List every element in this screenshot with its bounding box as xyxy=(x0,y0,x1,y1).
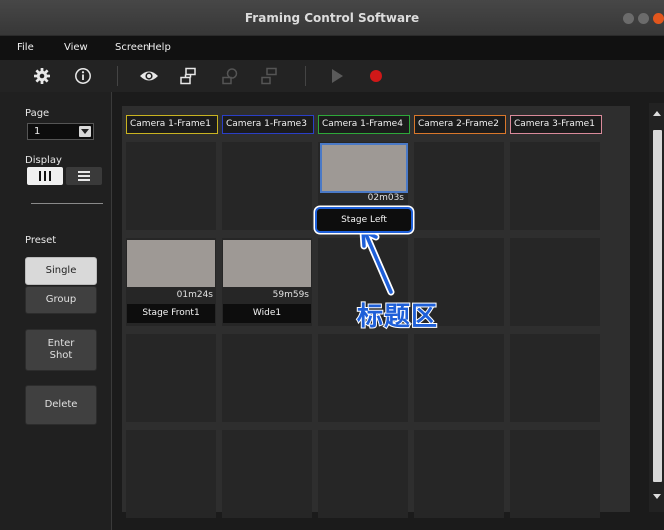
window-title-bar: Framing Control Software xyxy=(0,0,664,36)
chevron-down-icon xyxy=(79,126,91,137)
shot-cell[interactable] xyxy=(510,334,600,422)
shot-duration: 01m24s xyxy=(176,290,213,300)
group-button[interactable]: Group xyxy=(25,286,97,314)
layout-disabled-icon[interactable] xyxy=(219,66,241,86)
shot-cell[interactable] xyxy=(222,430,312,518)
shot-cell[interactable] xyxy=(414,430,504,518)
shot-thumbnail xyxy=(223,240,311,287)
scroll-up-icon[interactable] xyxy=(653,111,661,116)
camera-frame-tag[interactable]: Camera 2-Frame2 xyxy=(414,115,506,134)
shot-cell[interactable] xyxy=(414,334,504,422)
menu-view[interactable]: View xyxy=(64,42,88,53)
display-rows-button[interactable] xyxy=(66,167,102,185)
menu-bar: File View Screen Help xyxy=(0,36,664,60)
toolbar-divider xyxy=(117,66,118,86)
menu-file[interactable]: File xyxy=(17,42,34,53)
annotation-arrow xyxy=(359,227,395,296)
shot-thumbnail xyxy=(127,240,215,287)
shot-duration: 02m03s xyxy=(367,193,404,203)
info-icon[interactable] xyxy=(72,66,94,86)
shot-cell[interactable] xyxy=(126,430,216,518)
minimize-window-button[interactable] xyxy=(623,13,634,24)
shot-cell[interactable] xyxy=(510,142,600,230)
page-label: Page xyxy=(25,108,50,119)
shot-duration: 59m59s xyxy=(272,290,309,300)
frame-disabled-icon[interactable] xyxy=(258,66,280,86)
maximize-window-button[interactable] xyxy=(638,13,649,24)
shot-cell[interactable] xyxy=(318,334,408,422)
camera-frame-tag[interactable]: Camera 3-Frame1 xyxy=(510,115,602,134)
shot-cell[interactable] xyxy=(510,430,600,518)
display-divider xyxy=(31,203,103,204)
play-icon[interactable] xyxy=(326,66,348,86)
toolbar xyxy=(0,60,664,92)
shot-cell[interactable] xyxy=(222,142,312,230)
scrollbar-thumb[interactable] xyxy=(653,130,662,482)
page-select[interactable]: 1 xyxy=(27,123,94,140)
camera-frame-tag[interactable]: Camera 1-Frame3 xyxy=(222,115,314,134)
gear-icon[interactable] xyxy=(31,66,53,86)
shot-cell[interactable] xyxy=(414,142,504,230)
layout-icon[interactable] xyxy=(177,66,199,86)
record-icon[interactable] xyxy=(365,66,387,86)
toolbar-divider xyxy=(305,66,306,86)
close-window-button[interactable] xyxy=(653,13,664,24)
shot-cell[interactable] xyxy=(318,430,408,518)
camera-frame-tag[interactable]: Camera 1-Frame4 xyxy=(318,115,410,134)
shot-title: Stage Front1 xyxy=(127,304,215,323)
menu-screen[interactable]: Screen xyxy=(115,42,149,53)
delete-button[interactable]: Delete xyxy=(25,385,97,425)
preset-label: Preset xyxy=(25,235,57,246)
shot-cell[interactable] xyxy=(126,334,216,422)
single-button[interactable]: Single xyxy=(25,257,97,285)
shot-title-selected[interactable]: Stage Left xyxy=(315,207,413,233)
shot-thumbnail xyxy=(320,143,408,193)
annotation-label: 标题区 xyxy=(356,301,439,333)
camera-frame-tag[interactable]: Camera 1-Frame1 xyxy=(126,115,218,134)
shot-cell[interactable] xyxy=(510,238,600,326)
page-select-value: 1 xyxy=(34,126,41,137)
display-columns-button[interactable] xyxy=(27,167,63,185)
eye-icon[interactable] xyxy=(138,66,160,86)
shot-title: Wide1 xyxy=(223,304,311,323)
columns-icon xyxy=(39,171,51,181)
display-label: Display xyxy=(25,155,62,166)
menu-help[interactable]: Help xyxy=(148,42,171,53)
scroll-down-icon[interactable] xyxy=(653,494,661,499)
shot-cell[interactable] xyxy=(222,334,312,422)
rows-icon xyxy=(78,171,90,181)
enter-shot-button[interactable]: Enter Shot xyxy=(25,329,97,371)
shot-cell[interactable] xyxy=(126,142,216,230)
window-title: Framing Control Software xyxy=(244,11,420,25)
